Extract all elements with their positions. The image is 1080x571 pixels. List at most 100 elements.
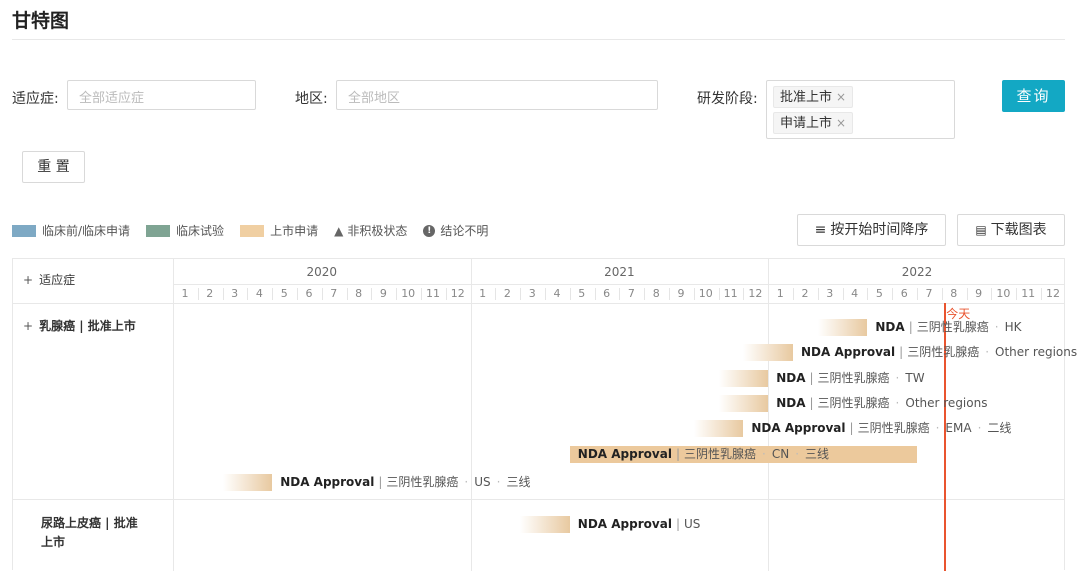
month-label: 7 <box>330 287 338 300</box>
bar-detail: 三阴性乳腺癌 <box>386 475 459 489</box>
bar-title: NDA Approval <box>577 517 672 531</box>
month-label: 5 <box>578 287 586 300</box>
month-label: 2 <box>503 287 511 300</box>
month-label: 7 <box>627 287 635 300</box>
gantt-bar[interactable] <box>222 474 273 491</box>
month-label: 6 <box>305 287 313 300</box>
separator: · <box>994 320 999 334</box>
month-tick <box>346 288 348 300</box>
month-label: 1 <box>479 287 487 300</box>
month-label: 8 <box>355 287 363 300</box>
year-label: 2020 <box>306 265 338 279</box>
indication-select[interactable]: 全部适应症 <box>67 80 256 110</box>
month-label: 11 <box>723 287 738 300</box>
legend-item-nda: 上市申请 <box>240 222 318 239</box>
bar-title: NDA Approval <box>801 345 896 359</box>
close-icon[interactable]: × <box>836 90 846 104</box>
bar-detail: US <box>474 475 491 489</box>
bar-detail: HK <box>1004 320 1022 334</box>
month-tick <box>197 288 199 300</box>
gantt-bar[interactable] <box>693 420 744 437</box>
sort-label: 按开始时间降序 <box>830 222 929 238</box>
download-button[interactable]: ▤ 下载图表 <box>957 214 1065 246</box>
month-label: 2 <box>801 287 809 300</box>
stage-tag-approved[interactable]: 批准上市 × <box>773 86 854 108</box>
column-header-label: 适应症 <box>39 273 76 287</box>
gantt-bar-label: NDA | 三阴性乳腺癌 · TW <box>776 370 924 387</box>
gantt-bar-label: NDA | 三阴性乳腺癌 · Other regions <box>776 395 987 412</box>
separator: · <box>795 447 800 461</box>
month-label: 10 <box>996 287 1011 300</box>
bar-detail: 二线 <box>987 421 1012 435</box>
separator: | <box>908 320 913 334</box>
search-button[interactable]: 查询 <box>1002 80 1065 112</box>
month-tick <box>396 288 398 300</box>
legend-item-unclear: ! 结论不明 <box>423 222 488 239</box>
title-divider <box>12 39 1065 40</box>
month-label: 3 <box>826 287 834 300</box>
separator: | <box>675 447 680 461</box>
close-icon[interactable]: × <box>836 116 846 130</box>
month-label: 7 <box>925 287 933 300</box>
separator: | <box>675 517 680 531</box>
group-label-breast-cancer[interactable]: + 乳腺癌 | 批准上市 <box>23 317 136 336</box>
gantt-bar[interactable] <box>520 516 570 533</box>
bar-title: NDA Approval <box>751 421 846 435</box>
bar-detail: 三阴性乳腺癌 <box>817 371 890 385</box>
separator: · <box>464 475 469 489</box>
group-label: 乳腺癌 | 批准上市 <box>39 319 136 333</box>
month-label: 11 <box>426 287 440 300</box>
bar-detail: 三阴性乳腺癌 <box>817 396 890 410</box>
month-tick <box>867 288 869 300</box>
expand-icon[interactable]: + <box>23 273 33 287</box>
legend-item-inactive: ▲ 非积极状态 <box>334 222 407 239</box>
separator: · <box>496 475 501 489</box>
stage-tag-applied[interactable]: 申请上市 × <box>773 112 854 134</box>
gantt-bar[interactable] <box>718 395 769 412</box>
month-tick <box>495 288 497 300</box>
stage-select[interactable]: 批准上市 × 申请上市 × <box>766 80 955 139</box>
month-label: 3 <box>528 287 536 300</box>
gantt-bar[interactable] <box>743 344 793 361</box>
gantt-bar-label: NDA | 三阴性乳腺癌 · HK <box>875 319 1021 336</box>
legend: 临床前/临床申请 临床试验 上市申请 ▲ 非积极状态 ! 结论不明 <box>12 222 488 239</box>
month-tick <box>594 288 596 300</box>
stage-tag-label: 批准上市 <box>780 90 833 105</box>
bar-title: NDA <box>776 371 806 385</box>
legend-item-clinical: 临床试验 <box>146 222 224 239</box>
separator: | <box>378 475 383 489</box>
month-label: 9 <box>677 287 685 300</box>
month-tick <box>1016 288 1018 300</box>
group-label-urothelial[interactable]: 尿路上皮癌 | 批准上市 <box>41 514 141 552</box>
sort-button[interactable]: ≡ 按开始时间降序 <box>797 214 946 246</box>
separator: | <box>809 396 814 410</box>
separator: · <box>895 371 900 385</box>
month-tick <box>917 288 918 300</box>
month-label: 1 <box>181 287 189 300</box>
month-label: 10 <box>401 287 416 300</box>
region-select[interactable]: 全部地区 <box>336 80 658 110</box>
month-tick <box>421 288 422 300</box>
month-label: 5 <box>280 287 288 300</box>
bar-detail: 三阴性乳腺癌 <box>916 320 989 334</box>
header-bottom <box>13 303 1064 304</box>
separator: · <box>935 421 940 435</box>
bar-detail: EMA <box>945 421 972 435</box>
legend-swatch <box>146 224 171 237</box>
legend-swatch <box>240 224 265 237</box>
bar-detail: TW <box>905 371 925 385</box>
reset-button[interactable]: 重 置 <box>22 151 85 183</box>
month-label: 11 <box>1021 287 1036 300</box>
legend-label: 临床前/临床申请 <box>42 224 131 238</box>
bar-detail: 三阴性乳腺癌 <box>683 447 756 461</box>
separator: | <box>899 345 904 359</box>
year-divider <box>768 259 770 571</box>
gantt-bar[interactable] <box>817 319 868 336</box>
expand-icon[interactable]: + <box>23 319 33 333</box>
gantt-bar[interactable] <box>718 370 769 387</box>
month-tick <box>718 288 720 300</box>
group-divider <box>13 499 1064 500</box>
month-tick <box>743 288 745 300</box>
month-tick <box>371 288 373 300</box>
separator: · <box>977 421 982 435</box>
